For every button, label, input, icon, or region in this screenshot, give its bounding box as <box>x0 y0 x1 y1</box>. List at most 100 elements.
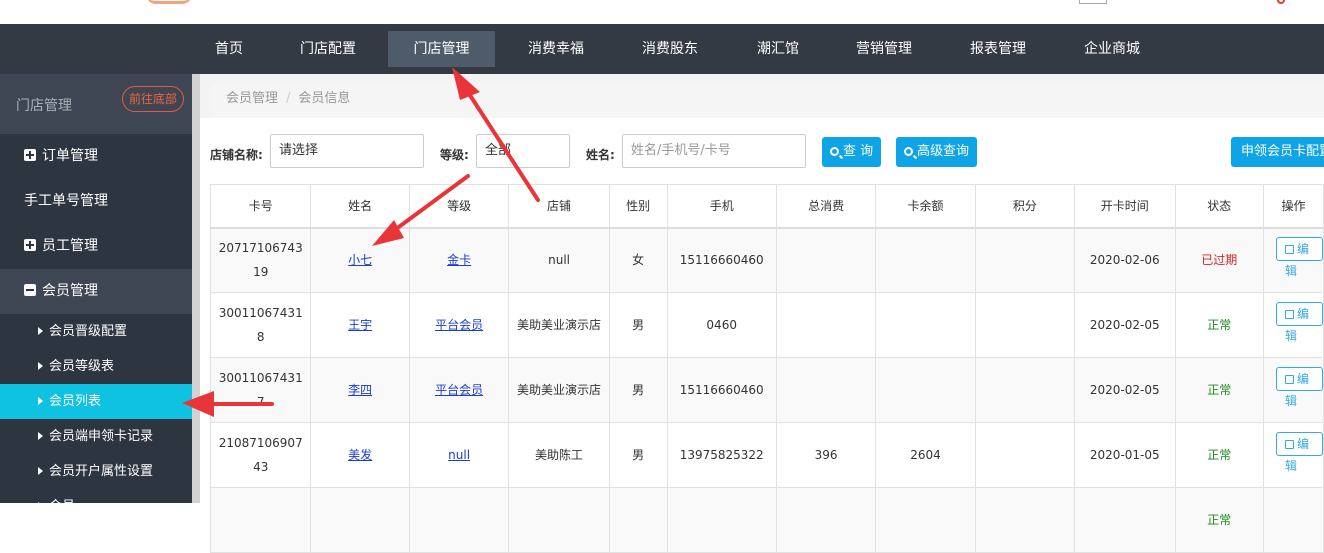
breadcrumb-current: 会员信息 <box>298 91 351 106</box>
sidebar-sub-member-list[interactable]: 会员列表 <box>0 384 192 419</box>
nav-item-store-management[interactable]: 门店管理 <box>388 31 495 67</box>
cell-total <box>775 227 877 293</box>
table-row: 2071710674319 小七 金卡 null 女 15116660460 2… <box>209 227 1324 293</box>
top-checkbox[interactable] <box>1079 0 1107 4</box>
edit-button[interactable]: 编辑 <box>1276 367 1323 408</box>
top-strip <box>0 0 1324 24</box>
col-name: 姓名 <box>310 184 410 229</box>
sidebar-sub-member-levels[interactable]: 会员等级表 <box>0 349 192 384</box>
nav-item-home[interactable]: 首页 <box>202 31 256 67</box>
cell-balance <box>875 357 976 423</box>
cell-store <box>508 487 610 553</box>
cell-store: 美助美业演示店 <box>508 357 610 423</box>
member-level-link[interactable]: 平台会员 <box>435 318 483 332</box>
cell-open-date: 2020-02-05 <box>1074 292 1176 358</box>
store-filter-label: 店铺名称: <box>210 148 263 162</box>
cell-store: null <box>508 227 610 293</box>
col-gender: 性别 <box>608 184 668 229</box>
edit-button[interactable]: 编辑 <box>1276 237 1323 278</box>
breadcrumb-root[interactable]: 会员管理 <box>226 91 278 106</box>
sidebar-sub-card-apply-records[interactable]: 会员端申领卡记录 <box>0 419 192 454</box>
cell-balance <box>875 487 976 553</box>
cell-gender: 男 <box>608 357 668 423</box>
cell-actions: 编辑 <box>1263 357 1324 423</box>
sidebar-sub-account-attributes[interactable]: 会员开户属性设置 <box>0 454 192 489</box>
edit-button[interactable]: 编辑 <box>1276 432 1323 473</box>
cell-gender: 女 <box>608 227 668 293</box>
table-row: 正常 <box>209 487 1324 553</box>
member-name-link[interactable]: 小七 <box>348 253 372 267</box>
sidebar-sub-member-promotion[interactable]: 会员晋级配置 <box>0 314 192 349</box>
col-card: 卡号 <box>209 184 312 229</box>
cell-status: 正常 <box>1174 357 1265 423</box>
sidebar-item-manual-order[interactable]: 手工单号管理 <box>0 179 192 224</box>
cell-phone <box>666 487 777 553</box>
go-to-bottom-button[interactable]: 前往底部 <box>122 86 184 112</box>
cell-open-date: 2020-02-06 <box>1074 227 1176 293</box>
top-navbar: 首页 门店配置 门店管理 消费幸福 消费股东 潮汇馆 营销管理 报表管理 企业商… <box>0 24 1324 74</box>
cell-total <box>775 487 877 553</box>
nav-item-store-config[interactable]: 门店配置 <box>290 31 366 67</box>
search-icon <box>904 147 913 156</box>
cell-status: 正常 <box>1174 487 1265 553</box>
sidebar-item-orders[interactable]: 订单管理 <box>0 134 192 179</box>
member-name-link[interactable]: 王宇 <box>348 318 372 332</box>
cell-level: 金卡 <box>408 227 510 293</box>
nav-item-reports[interactable]: 报表管理 <box>960 31 1036 67</box>
member-level-link[interactable]: 金卡 <box>447 253 471 267</box>
cell-status: 已过期 <box>1174 227 1265 293</box>
query-button[interactable]: 查 询 <box>822 137 882 167</box>
cell-balance <box>875 227 976 293</box>
cell-actions <box>1263 487 1324 553</box>
cell-actions: 编辑 <box>1263 422 1324 488</box>
level-filter-label: 等级: <box>440 148 469 162</box>
cell-points <box>974 487 1076 553</box>
cell-balance <box>875 292 976 358</box>
nav-item-chaohuiguan[interactable]: 潮汇馆 <box>748 31 808 67</box>
cell-name: 王宇 <box>310 292 410 358</box>
notification-icon[interactable] <box>1277 0 1285 4</box>
caret-right-icon <box>38 432 43 440</box>
sidebar-sub-more[interactable]: 会员... <box>0 489 192 524</box>
member-level-link[interactable]: null <box>448 448 470 462</box>
nav-item-consumer-shareholder[interactable]: 消费股东 <box>632 31 708 67</box>
col-phone: 手机 <box>666 184 777 229</box>
caret-right-icon <box>38 327 43 335</box>
cell-gender: 男 <box>608 292 668 358</box>
member-name-link[interactable]: 美发 <box>348 448 372 462</box>
edit-icon <box>1285 440 1295 449</box>
cell-name: 李四 <box>310 357 410 423</box>
member-level-link[interactable]: 平台会员 <box>435 383 483 397</box>
caret-right-icon <box>38 362 43 370</box>
member-name-link[interactable]: 李四 <box>348 383 372 397</box>
name-search-input[interactable]: 姓名/手机号/卡号 <box>622 134 806 168</box>
advanced-query-button[interactable]: 高级查询 <box>896 137 978 167</box>
cell-card: 300110674317 <box>209 357 312 423</box>
nav-item-marketing[interactable]: 营销管理 <box>846 31 922 67</box>
name-filter-label: 姓名: <box>586 148 615 162</box>
level-select[interactable]: 全部 <box>476 134 570 168</box>
cell-phone: 15116660460 <box>666 227 777 293</box>
cell-actions: 编辑 <box>1263 227 1324 293</box>
logo-fragment <box>146 0 192 4</box>
store-select[interactable]: 请选择 <box>270 134 424 168</box>
member-panel: 店铺名称: 请选择 等级: 全部 姓名: 姓名/手机号/卡号 查 询 高级查询 … <box>200 118 1324 553</box>
nav-item-consumer-happiness[interactable]: 消费幸福 <box>518 31 594 67</box>
edit-button[interactable]: 编辑 <box>1276 302 1323 343</box>
nav-item-mall[interactable]: 企业商城 <box>1074 31 1150 67</box>
cell-level: 平台会员 <box>408 292 510 358</box>
sidebar-scrollbar[interactable] <box>192 74 200 503</box>
cell-points <box>974 292 1076 358</box>
cell-status: 正常 <box>1174 292 1265 358</box>
col-store: 店铺 <box>508 184 610 229</box>
apply-card-config-button[interactable]: 申领会员卡配置 <box>1231 137 1324 167</box>
caret-right-icon <box>38 502 43 510</box>
sidebar: 门店管理 前往底部 订单管理 手工单号管理 员工管理 会员管理 会员晋级配置 会… <box>0 74 192 514</box>
cell-gender: 男 <box>608 422 668 488</box>
col-level: 等级 <box>408 184 510 229</box>
caret-right-icon <box>38 397 43 405</box>
sidebar-item-members[interactable]: 会员管理 <box>0 269 192 314</box>
sidebar-item-staff[interactable]: 员工管理 <box>0 224 192 269</box>
table-row: 2108710690743 美发 null 美助陈工 男 13975825322… <box>209 422 1324 488</box>
cell-phone: 15116660460 <box>666 357 777 423</box>
